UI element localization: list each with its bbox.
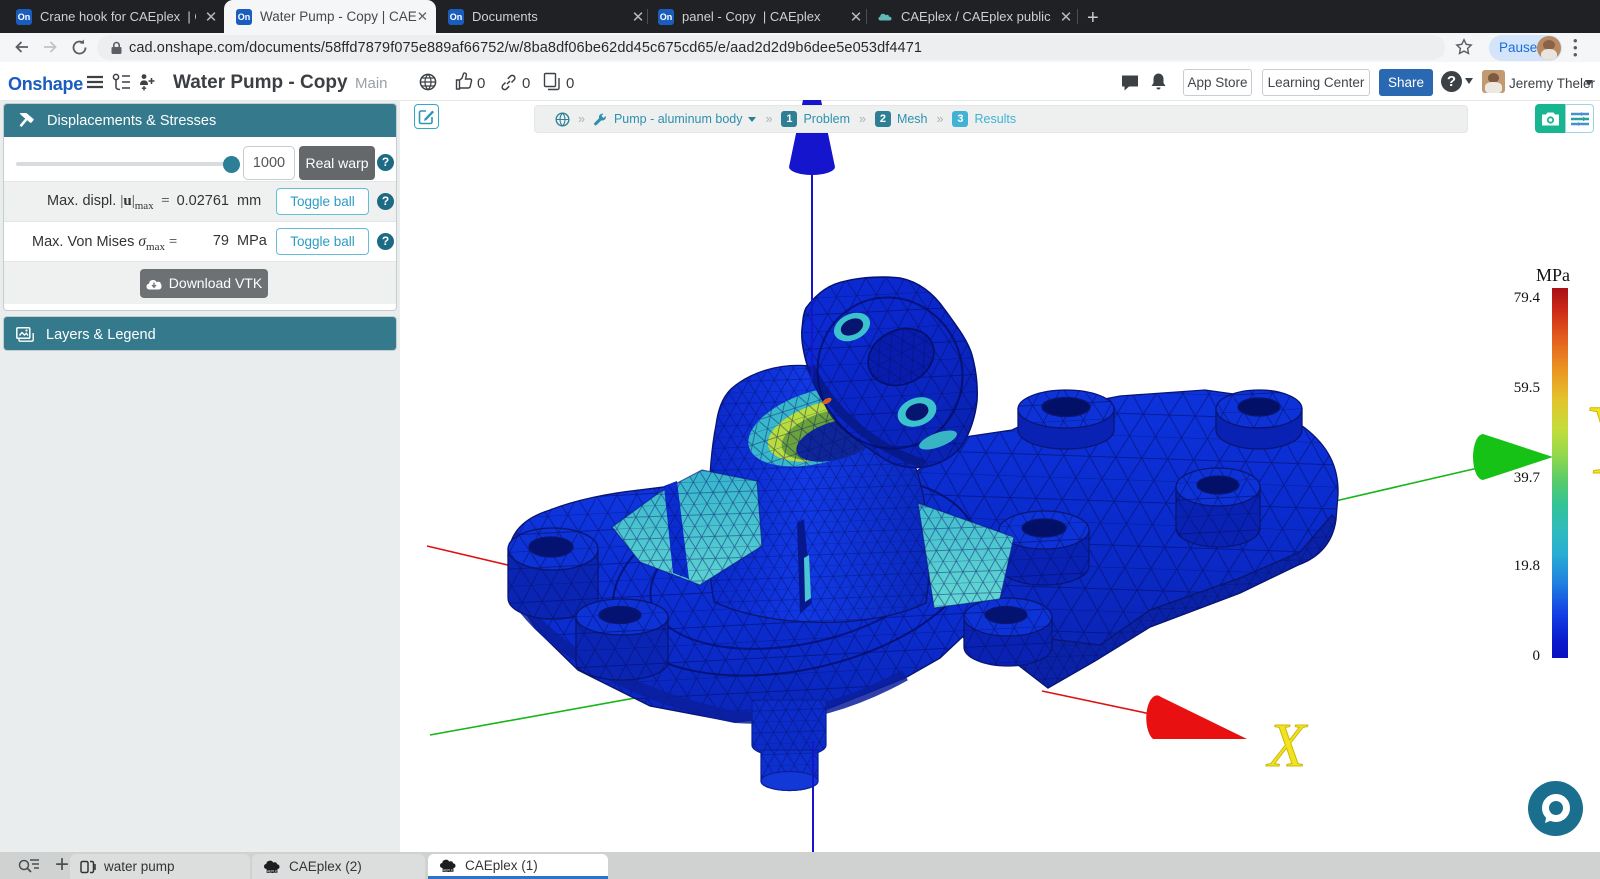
svg-text:0: 0 [1533,648,1541,664]
svg-text:59.5: 59.5 [1514,380,1540,396]
svg-text:X: X [1265,712,1308,780]
svg-text:Y: Y [1584,384,1600,495]
svg-text:79.4: 79.4 [1514,290,1541,306]
svg-text:CAEPLEX: CAEPLEX [265,869,281,873]
svg-text:39.7: 39.7 [1514,470,1541,486]
svg-text:19.8: 19.8 [1514,558,1540,574]
svg-text:MPa: MPa [1536,265,1570,285]
svg-text:CAEPLEX: CAEPLEX [441,868,457,872]
